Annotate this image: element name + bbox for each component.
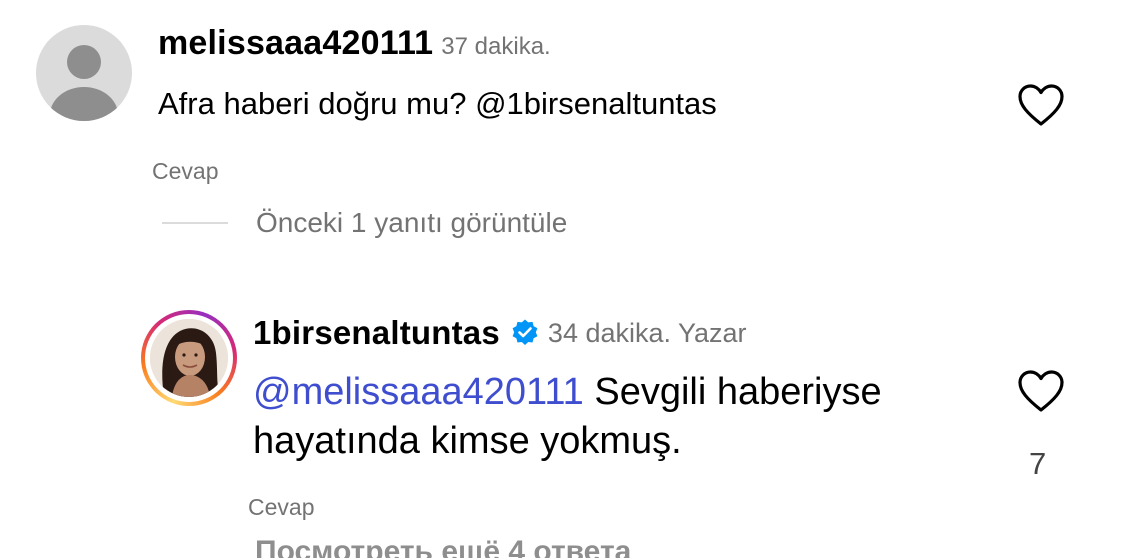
heart-icon[interactable] [1017,369,1065,413]
comment-username[interactable]: melissaaa420111 [158,24,433,62]
view-previous-replies-label: Önceki 1 yanıtı görüntüle [256,207,568,238]
comment-text: @melissaaa420111 Sevgili haberiyse hayat… [253,368,993,466]
avatar-portrait-image [150,319,228,397]
comments-thread: melissaaa420111 37 dakika. Afra haberi do… [0,0,1125,558]
comment-timestamp: 37 dakika. [441,33,551,60]
user-avatar-icon[interactable] [36,25,132,121]
view-more-replies-button[interactable]: Посмотреть ещё 4 ответа [255,535,631,558]
comment-header: melissaaa420111 37 dakika. [158,24,551,63]
reply-button[interactable]: Cevap [248,494,314,521]
comment-header: 1birsenaltuntas 34 dakika. Yazar [253,314,747,352]
avatar-photo [150,319,228,397]
heart-icon[interactable] [1017,83,1065,127]
mention-link[interactable]: @melissaaa420111 [253,371,584,413]
like-count[interactable]: 7 [1029,446,1046,482]
comment-timestamp-author: 34 dakika. Yazar [547,317,747,348]
avatar-body-shape [50,87,118,121]
reply-divider-line [162,222,228,224]
reply-button[interactable]: Cevap [152,158,218,185]
verified-badge-icon [512,319,538,345]
avatar-head-shape [67,45,101,79]
comment-text: Afra haberi doğru mu? @1birsenaltuntas [158,86,717,121]
author-avatar[interactable] [141,310,237,406]
comment-username[interactable]: 1birsenaltuntas [253,314,500,352]
view-previous-replies-button[interactable]: Önceki 1 yanıtı görüntüle [162,207,567,239]
